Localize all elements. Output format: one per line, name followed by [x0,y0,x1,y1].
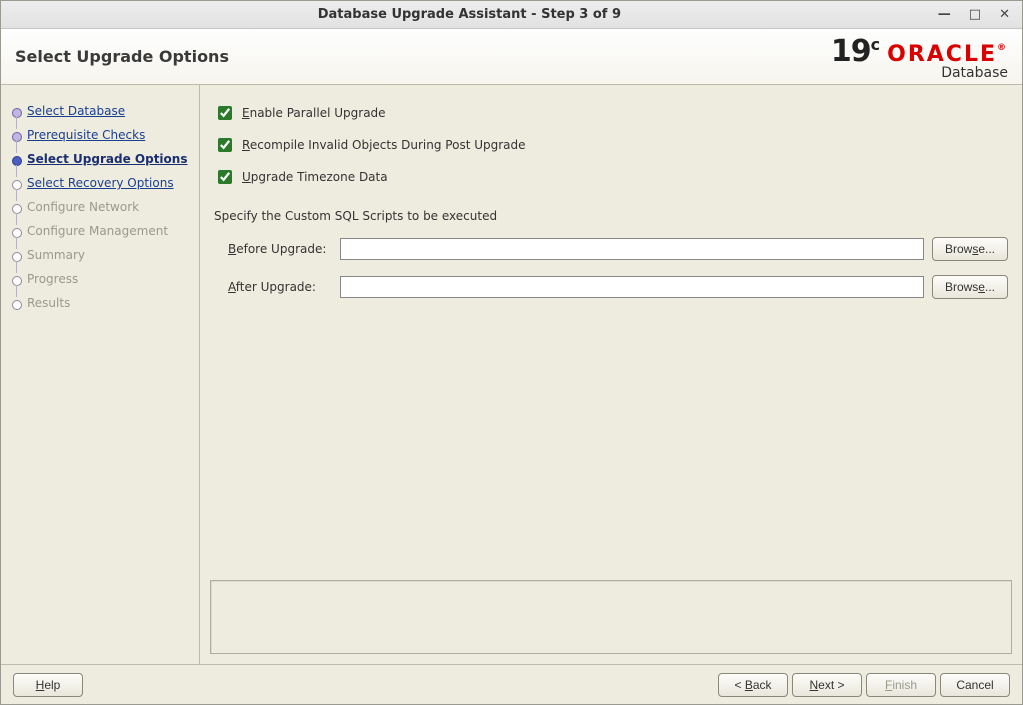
step-configure-network: Configure Network [7,195,193,219]
form-area: Enable Parallel Upgrade Recompile Invali… [200,85,1022,576]
window-title: Database Upgrade Assistant - Step 3 of 9 [1,7,938,22]
maximize-icon[interactable]: □ [969,7,981,22]
page-title: Select Upgrade Options [15,47,831,66]
step-results: Results [7,291,193,315]
after-upgrade-input[interactable] [340,276,924,298]
brand-oracle-logo: ORACLE® [887,44,1008,66]
minimize-icon[interactable]: — [938,7,951,22]
upgrade-timezone-checkbox[interactable] [218,170,232,184]
enable-parallel-label: Enable Parallel Upgrade [242,106,386,120]
after-upgrade-row: After Upgrade: Browse... [214,271,1008,309]
before-browse-button[interactable]: Browse... [932,237,1008,261]
custom-scripts-label: Specify the Custom SQL Scripts to be exe… [214,203,1008,233]
next-button[interactable]: Next > [792,673,862,697]
before-upgrade-label: Before Upgrade: [228,242,332,256]
before-upgrade-row: Before Upgrade: Browse... [214,233,1008,271]
step-progress: Progress [7,267,193,291]
step-configure-management: Configure Management [7,219,193,243]
branding: 19c ORACLE® Database [831,34,1008,80]
titlebar: Database Upgrade Assistant - Step 3 of 9… [1,1,1022,29]
brand-product: Database [887,66,1008,80]
enable-parallel-checkbox[interactable] [218,106,232,120]
back-button[interactable]: < Back [718,673,788,697]
page-header: Select Upgrade Options 19c ORACLE® Datab… [1,29,1022,85]
footer-bar: Help < Back Next > Finish Cancel [1,664,1022,704]
option-enable-parallel: Enable Parallel Upgrade [214,97,1008,129]
step-prerequisite-checks[interactable]: Prerequisite Checks [7,123,193,147]
finish-button: Finish [866,673,936,697]
cancel-button[interactable]: Cancel [940,673,1010,697]
app-window: Database Upgrade Assistant - Step 3 of 9… [0,0,1023,705]
before-upgrade-input[interactable] [340,238,924,260]
step-summary: Summary [7,243,193,267]
recompile-invalid-checkbox[interactable] [218,138,232,152]
after-browse-button[interactable]: Browse... [932,275,1008,299]
main-panel: Enable Parallel Upgrade Recompile Invali… [200,85,1022,664]
brand-version: 19c [831,34,879,69]
message-area [210,580,1012,654]
step-select-recovery-options[interactable]: Select Recovery Options [7,171,193,195]
step-select-database[interactable]: Select Database [7,99,193,123]
close-icon[interactable]: ✕ [999,7,1010,22]
window-controls: — □ ✕ [938,7,1022,22]
step-select-upgrade-options[interactable]: Select Upgrade Options [7,147,193,171]
upgrade-timezone-label: Upgrade Timezone Data [242,170,388,184]
body: Select Database Prerequisite Checks Sele… [1,85,1022,664]
option-recompile-invalid: Recompile Invalid Objects During Post Up… [214,129,1008,161]
wizard-steps: Select Database Prerequisite Checks Sele… [7,99,193,315]
option-upgrade-timezone: Upgrade Timezone Data [214,161,1008,193]
help-button[interactable]: Help [13,673,83,697]
wizard-sidebar: Select Database Prerequisite Checks Sele… [1,85,200,664]
recompile-invalid-label: Recompile Invalid Objects During Post Up… [242,138,526,152]
after-upgrade-label: After Upgrade: [228,280,332,294]
